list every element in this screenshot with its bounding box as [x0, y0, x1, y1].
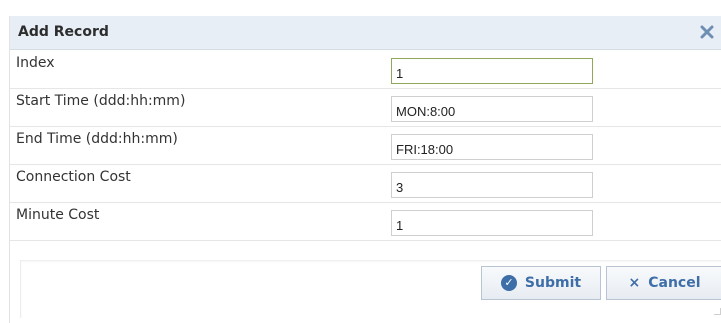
end-time-input[interactable]	[391, 134, 593, 160]
start-time-input[interactable]	[391, 96, 593, 122]
field-row-index: Index	[10, 50, 721, 89]
field-label-end-time: End Time (ddd:hh:mm)	[16, 131, 178, 147]
dialog-header: Add Record	[10, 16, 721, 50]
field-row-minute-cost: Minute Cost	[10, 202, 721, 241]
submit-button-label: Submit	[524, 275, 582, 291]
field-label-start-time: Start Time (ddd:hh:mm)	[16, 93, 186, 109]
field-row-end-time: End Time (ddd:hh:mm)	[10, 126, 721, 165]
cancel-button-label: Cancel	[648, 275, 701, 291]
field-row-start-time: Start Time (ddd:hh:mm)	[10, 88, 721, 127]
field-label-index: Index	[16, 55, 55, 71]
submit-button[interactable]: ✓ Submit	[481, 266, 601, 300]
field-row-connection-cost: Connection Cost	[10, 164, 721, 203]
connection-cost-input[interactable]	[391, 172, 593, 198]
minute-cost-input[interactable]	[391, 210, 593, 236]
index-input[interactable]	[391, 58, 593, 84]
add-record-dialog: Add Record Index Start Time (ddd:hh:mm) …	[9, 16, 721, 323]
resize-grip[interactable]	[714, 308, 721, 315]
field-label-connection-cost: Connection Cost	[16, 169, 131, 185]
x-icon: ×	[628, 275, 641, 291]
close-icon[interactable]	[700, 24, 714, 39]
check-circle-icon: ✓	[500, 275, 517, 291]
cancel-button[interactable]: × Cancel	[606, 266, 721, 300]
field-label-minute-cost: Minute Cost	[16, 207, 100, 223]
dialog-title: Add Record	[18, 24, 109, 40]
dialog-footer: ✓ Submit × Cancel	[20, 260, 721, 318]
